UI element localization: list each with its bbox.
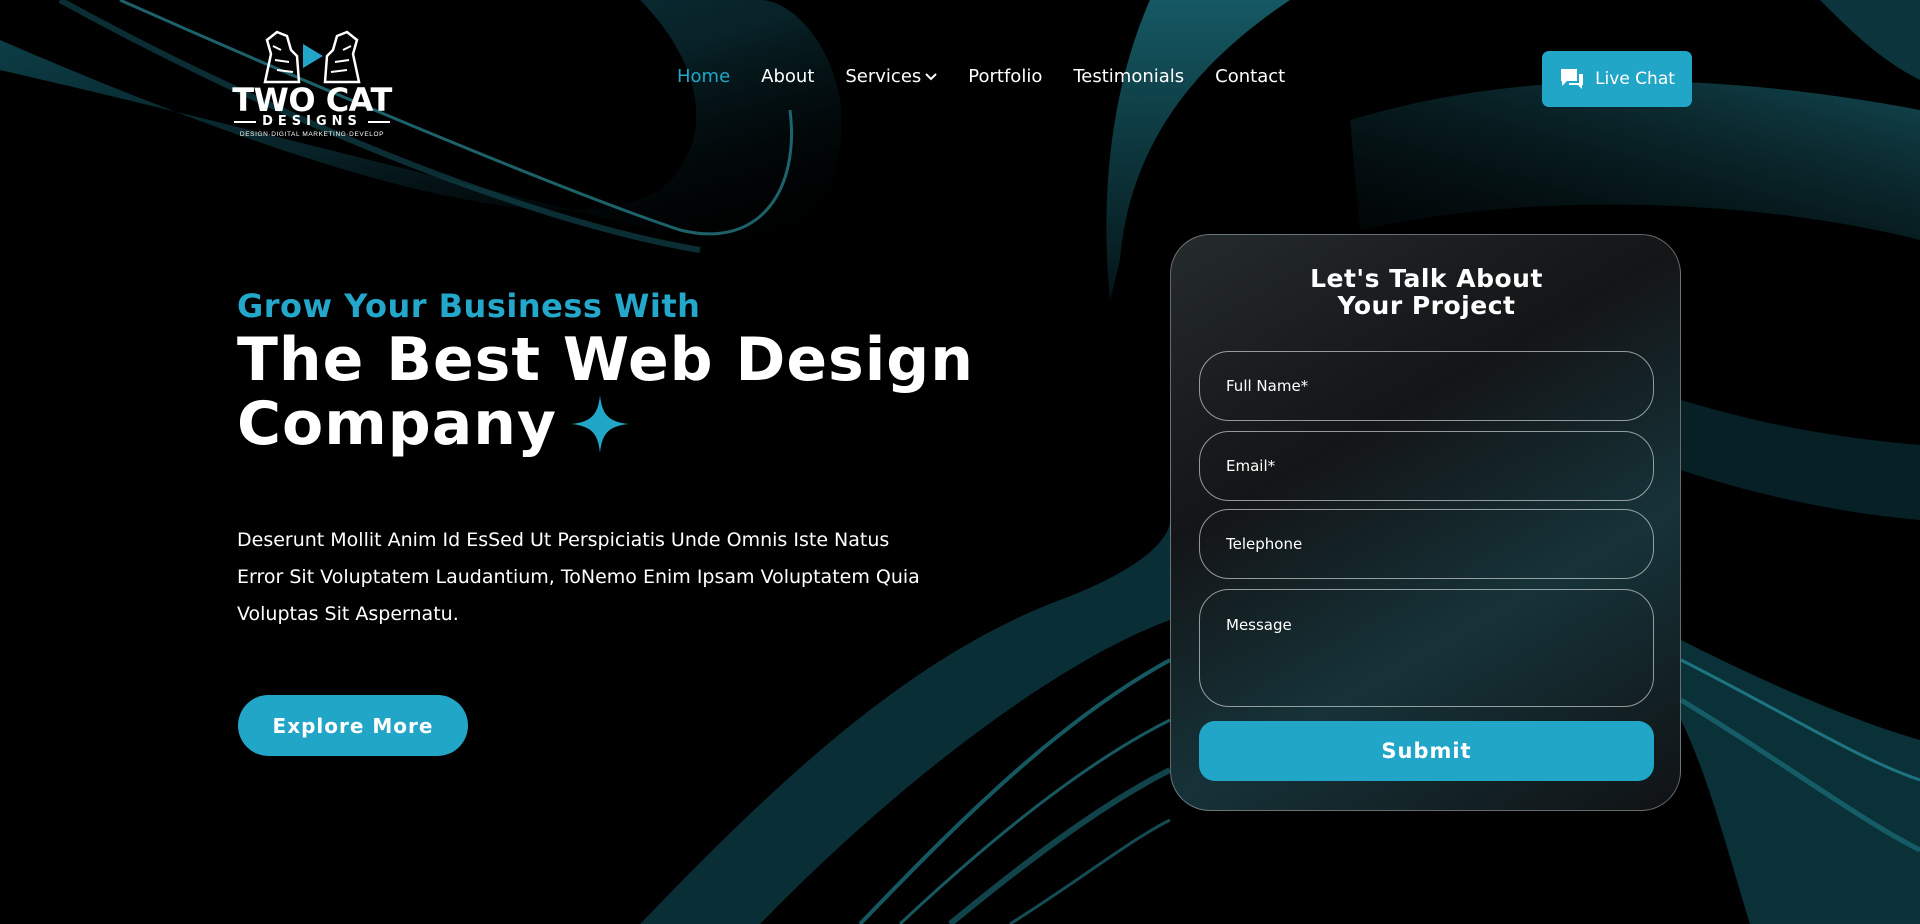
form-title: Let's Talk About Your Project (1171, 265, 1682, 319)
submit-button[interactable]: Submit (1199, 721, 1654, 781)
chevron-down-icon (925, 72, 937, 80)
nav-item-contact[interactable]: Contact (1215, 66, 1285, 87)
chat-bubble-icon (1561, 69, 1584, 89)
nav-item-home[interactable]: Home (677, 66, 730, 87)
brand-logo[interactable]: TWO CAT DESIGNS DESIGN·DIGITAL MARKETING… (226, 26, 398, 138)
hero-description: Deserunt Mollit Anim Id EsSed Ut Perspic… (237, 529, 920, 625)
telephone-input[interactable] (1199, 509, 1654, 579)
hero-title-line1: The Best Web Design (237, 325, 974, 395)
nav-item-portfolio[interactable]: Portfolio (968, 66, 1042, 87)
live-chat-label: Live Chat (1595, 69, 1675, 89)
full-name-input[interactable] (1199, 351, 1654, 421)
twin-tigers-logo-icon (263, 30, 361, 84)
brand-subname: DESIGNS (262, 114, 362, 129)
project-inquiry-form: Let's Talk About Your Project Submit (1170, 234, 1681, 811)
nav-item-services[interactable]: Services (845, 66, 937, 87)
live-chat-button[interactable]: Live Chat (1542, 51, 1692, 107)
hero-eyebrow: Grow Your Business With (237, 287, 701, 325)
hero-title-line2: Company (237, 389, 558, 459)
nav-item-testimonials[interactable]: Testimonials (1073, 66, 1184, 87)
nav-item-about[interactable]: About (761, 66, 814, 87)
sparkle-icon (571, 395, 630, 453)
nav-item-services-label: Services (845, 66, 922, 87)
brand-tagline: DESIGN·DIGITAL MARKETING·DEVELOP (239, 131, 385, 138)
form-title-line1: Let's Talk About (1310, 264, 1543, 293)
explore-more-button[interactable]: Explore More (238, 695, 468, 756)
hero-title: The Best Web Design Company (237, 328, 997, 456)
form-title-line2: Your Project (1337, 291, 1516, 320)
email-input[interactable] (1199, 431, 1654, 501)
message-textarea[interactable] (1199, 589, 1654, 707)
brand-name: TWO CAT (232, 81, 392, 119)
main-nav: Home About Services Portfolio Testimonia… (677, 66, 1316, 87)
